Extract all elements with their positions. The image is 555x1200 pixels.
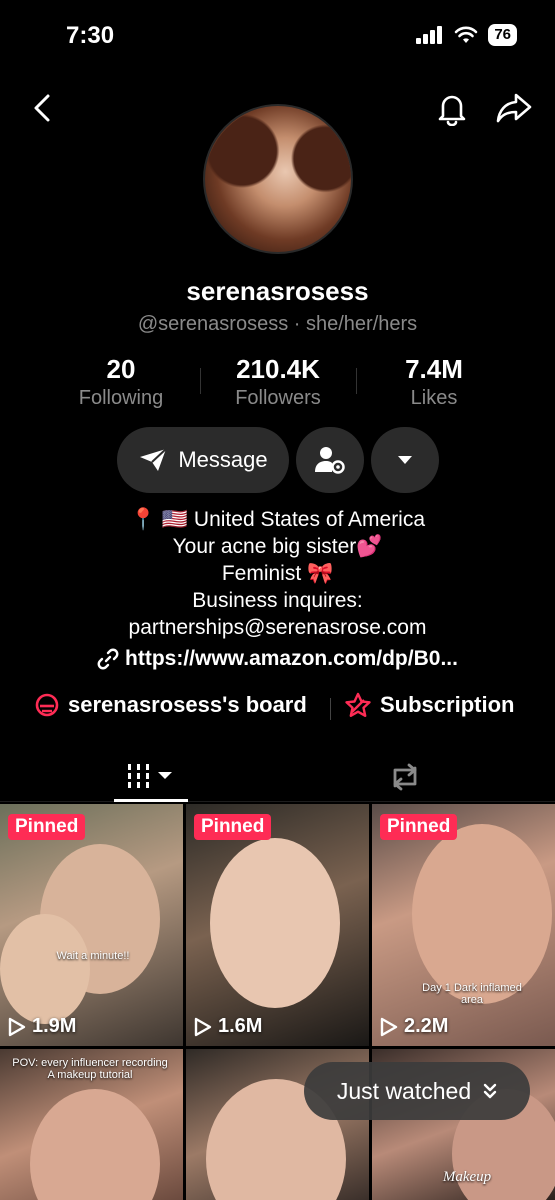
battery-indicator: 76 (488, 24, 517, 46)
profile-actions: Message (0, 427, 555, 493)
bio-line: Your acne big sister💕 (172, 535, 383, 558)
stat-divider (200, 368, 201, 394)
board-label: serenasrosess's board (68, 692, 307, 717)
view-count: 1.9M (8, 1015, 76, 1038)
board-shortcut[interactable]: serenasrosess's board (34, 692, 307, 718)
repost-icon (393, 763, 417, 791)
view-count-value: 1.9M (32, 1015, 77, 1037)
bio-link[interactable]: https://www.amazon.com/dp/B0... (0, 645, 555, 672)
view-count-value: 2.2M (404, 1015, 449, 1037)
pinned-badge: Pinned (8, 814, 86, 840)
shortcut-divider (330, 698, 331, 720)
video-caption: POV: every influencer recording A makeup… (12, 1057, 168, 1081)
more-options-button[interactable] (371, 427, 439, 493)
bio-link-text: https://www.amazon.com/dp/B0... (125, 647, 458, 670)
just-watched-button[interactable]: Just watched (304, 1062, 530, 1120)
pinned-badge: Pinned (194, 814, 272, 840)
bio-email: partnerships@serenasrose.com (128, 616, 427, 639)
suggested-friends-button[interactable] (296, 427, 364, 493)
cellular-signal-icon (416, 26, 443, 44)
following-count: 20 (106, 354, 136, 384)
thumbnail-face (0, 914, 90, 1024)
video-caption: Day 1 Dark inflamed area (422, 982, 522, 1006)
link-icon (97, 648, 119, 669)
video-thumbnail[interactable]: Pinned Wait a minute!! 1.9M (0, 804, 183, 1046)
back-arrow-icon[interactable] (28, 90, 56, 126)
thumbnail-face (210, 838, 340, 1008)
bio-line: Feminist 🎀 (221, 562, 334, 585)
video-thumbnail[interactable]: Pinned Day 1 Dark inflamed area 2.2M (372, 804, 555, 1046)
pinned-badge: Pinned (380, 814, 458, 840)
subscription-star-icon (345, 692, 371, 717)
profile-username: serenasrosess (186, 276, 369, 306)
stat-followers[interactable]: 210.4K Followers (203, 354, 353, 410)
likes-label: Likes (410, 387, 458, 409)
status-icons: 76 (416, 24, 517, 46)
profile-bio: 📍 🇺🇸 United States of America Your acne … (0, 506, 555, 672)
status-bar: 7:30 76 (0, 0, 555, 70)
wifi-icon (455, 26, 478, 43)
bio-line: Business inquires: (192, 589, 363, 612)
play-icon (194, 1017, 212, 1036)
profile-avatar[interactable] (203, 104, 353, 254)
send-icon (140, 448, 168, 471)
following-label: Following (78, 387, 164, 409)
video-thumbnail[interactable]: Pinned 1.6M (186, 804, 369, 1046)
subscription-shortcut[interactable]: Subscription (344, 692, 514, 718)
tab-reposts[interactable] (368, 752, 442, 802)
video-grid: Pinned Wait a minute!! 1.9M Pinned 1.6M … (0, 804, 555, 1200)
content-tabs (0, 752, 555, 802)
play-icon (380, 1017, 398, 1036)
avatar-photo (205, 106, 351, 252)
stat-likes[interactable]: 7.4M Likes (359, 354, 509, 410)
person-settings-icon (315, 447, 345, 474)
play-icon (8, 1017, 26, 1036)
view-count: 2.2M (380, 1015, 448, 1038)
just-watched-label: Just watched (336, 1077, 472, 1104)
thumbnail-face (30, 1089, 160, 1200)
thumbnail-face (412, 824, 552, 1004)
video-caption: Wait a minute!! (56, 950, 130, 962)
tab-videos[interactable] (114, 752, 188, 802)
bell-icon[interactable] (434, 90, 470, 126)
profile-handle: @serenasrosess · she/her/hers (137, 313, 418, 335)
followers-label: Followers (235, 387, 321, 409)
share-arrow-icon[interactable] (494, 90, 534, 126)
subscription-label: Subscription (380, 692, 515, 717)
followers-count: 210.4K (236, 354, 320, 384)
stat-divider (356, 368, 357, 394)
board-icon (35, 693, 59, 717)
profile-shortcuts: serenasrosess's board Subscription (0, 692, 555, 726)
bio-location: 📍 🇺🇸 United States of America (129, 508, 426, 531)
status-time: 7:30 (66, 22, 115, 49)
message-label: Message (178, 447, 268, 472)
videos-grid-icon (128, 763, 172, 788)
caret-down-icon (398, 456, 412, 464)
video-thumbnail[interactable]: POV: every influencer recording A makeup… (0, 1049, 183, 1200)
profile-stats: 20 Following 210.4K Followers 7.4M Likes (0, 354, 555, 414)
view-count-value: 1.6M (218, 1015, 263, 1037)
chevrons-down-icon (483, 1083, 497, 1099)
video-caption: Makeup (442, 1169, 492, 1185)
likes-count: 7.4M (405, 354, 463, 384)
message-button[interactable]: Message (117, 427, 289, 493)
stat-following[interactable]: 20 Following (46, 354, 196, 410)
view-count: 1.6M (194, 1015, 262, 1038)
